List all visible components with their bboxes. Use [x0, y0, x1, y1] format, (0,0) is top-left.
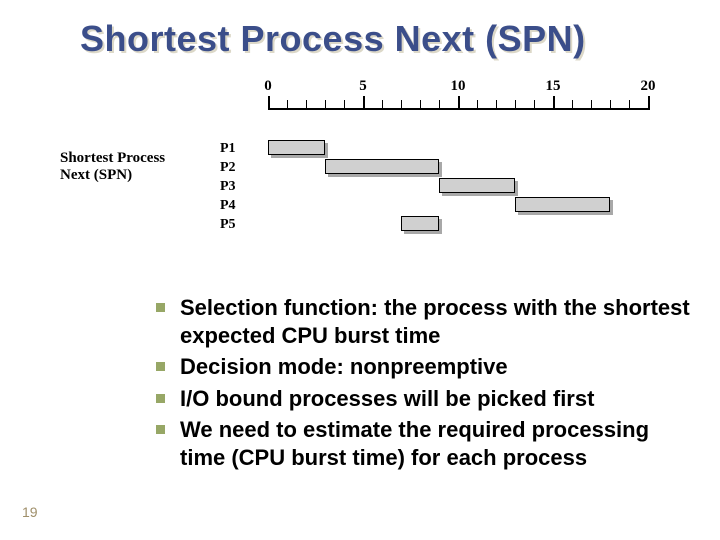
gantt-row-p3: P3: [220, 178, 670, 196]
gantt-bar-p1: [268, 140, 325, 155]
gantt-bar-p2: [325, 159, 439, 174]
figure-side-label: Shortest Process Next (SPN): [60, 150, 165, 185]
gantt-chart: P1 P2 P3 P4 P5: [220, 140, 670, 235]
slide-title: Shortest Process Next (SPN): [80, 18, 586, 60]
axis-tick-label: 0: [264, 78, 272, 95]
gantt-row-p1: P1: [220, 140, 670, 158]
process-label: P5: [220, 217, 260, 233]
gantt-bar-p3: [439, 178, 515, 193]
process-label: P4: [220, 198, 260, 214]
timeline-axis: 05101520: [268, 88, 668, 138]
process-label: P1: [220, 141, 260, 157]
axis-tick-label: 10: [451, 78, 466, 95]
bullet-list: Selection function: the process with the…: [110, 294, 690, 475]
bullet-item: Decision mode: nonpreemptive: [150, 353, 690, 381]
gantt-row-p5: P5: [220, 216, 670, 234]
bullet-item: I/O bound processes will be picked first: [150, 385, 690, 413]
process-label: P3: [220, 179, 260, 195]
bullet-item: Selection function: the process with the…: [150, 294, 690, 349]
process-label: P2: [220, 160, 260, 176]
figure-side-label-line2: Next (SPN): [60, 167, 132, 183]
bullet-item: We need to estimate the required process…: [150, 416, 690, 471]
gantt-bar-p5: [401, 216, 439, 231]
page-number: 19: [22, 504, 38, 520]
axis-tick-label: 15: [546, 78, 561, 95]
figure-side-label-line1: Shortest Process: [60, 150, 165, 166]
axis-tick-label: 20: [641, 78, 656, 95]
gantt-row-p2: P2: [220, 159, 670, 177]
axis-tick-label: 5: [359, 78, 367, 95]
gantt-bar-p4: [515, 197, 610, 212]
gantt-row-p4: P4: [220, 197, 670, 215]
